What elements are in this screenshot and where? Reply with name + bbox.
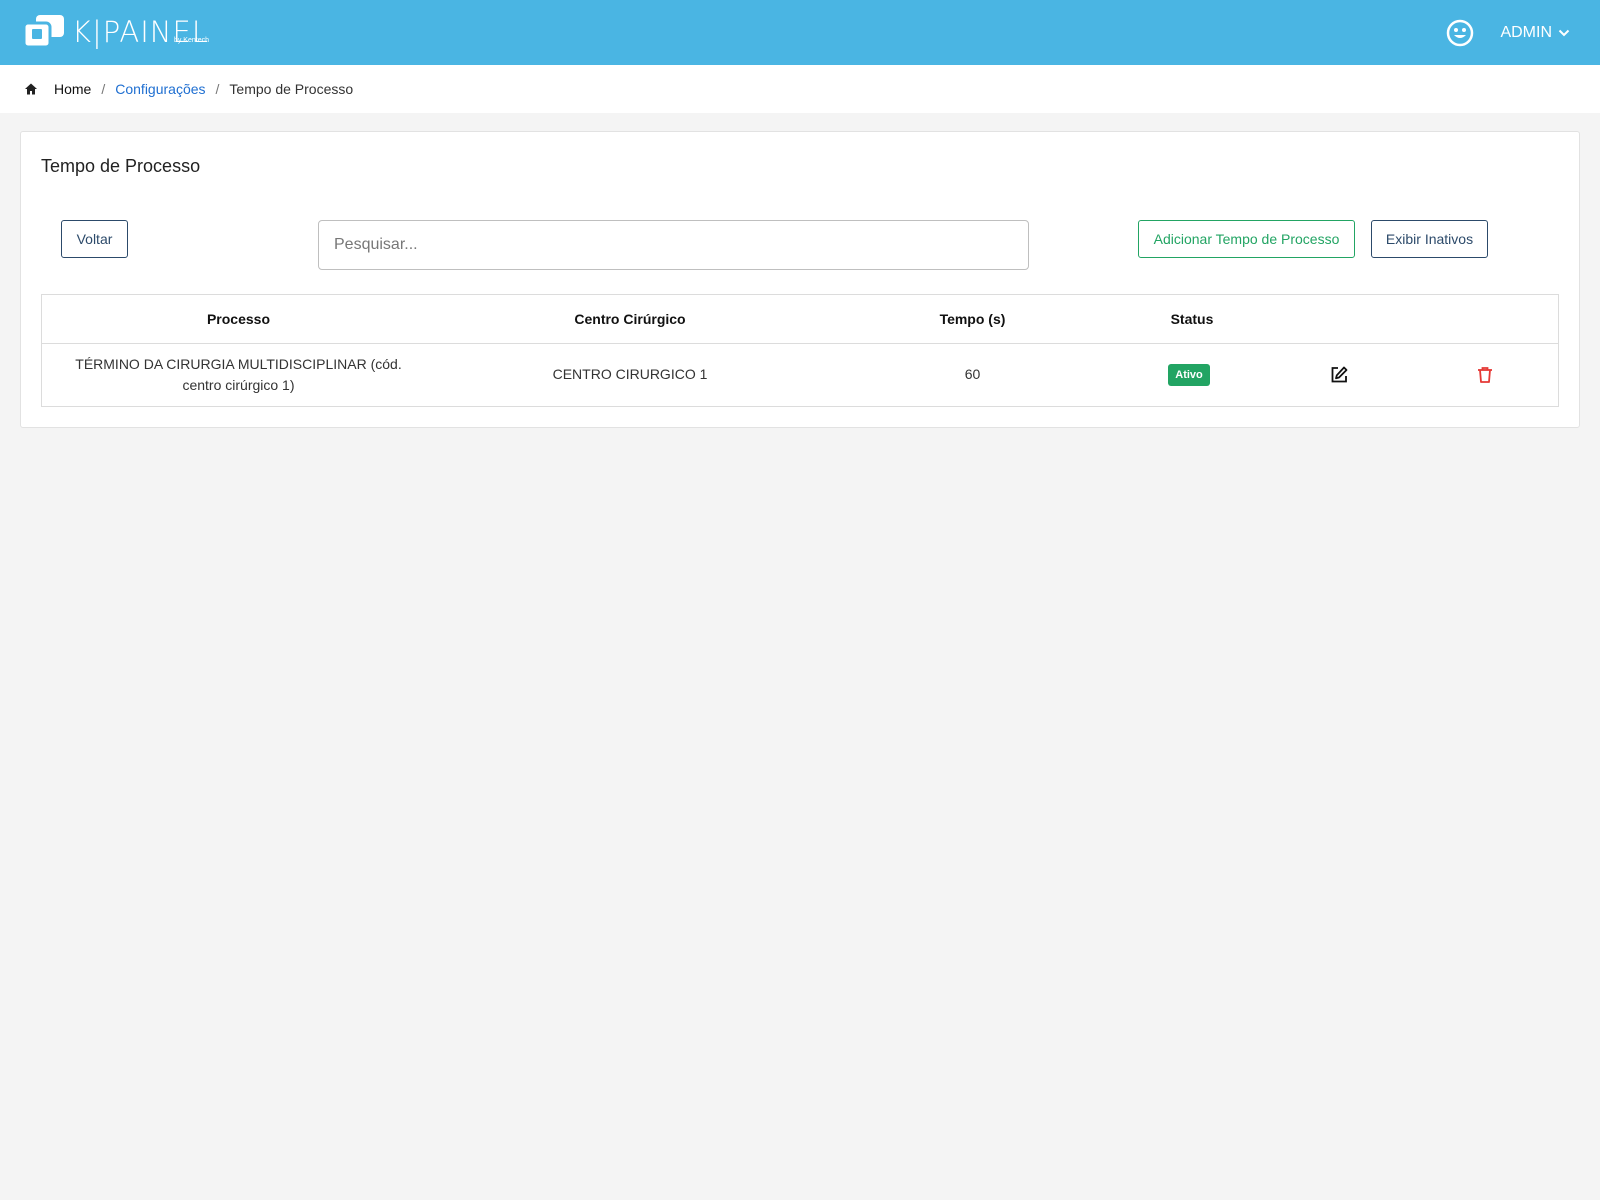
- back-button[interactable]: Voltar: [61, 220, 128, 258]
- trash-icon[interactable]: [1475, 365, 1495, 385]
- page-title: Tempo de Processo: [41, 156, 201, 176]
- breadcrumb-configuracoes[interactable]: Configurações: [115, 81, 205, 97]
- column-header-tempo[interactable]: Tempo (s): [825, 311, 1120, 327]
- app-logo[interactable]: K|PAINEL by Kentech: [22, 13, 209, 51]
- add-process-time-button[interactable]: Adicionar Tempo de Processo: [1138, 220, 1355, 258]
- logo-byline: by Kentech: [173, 37, 209, 44]
- breadcrumb: Home / Configurações / Tempo de Processo: [0, 65, 1600, 113]
- column-header-status[interactable]: Status: [1120, 311, 1264, 327]
- breadcrumb-home[interactable]: Home: [54, 81, 91, 97]
- chevron-down-icon: [1558, 29, 1570, 36]
- process-time-table: Processo Centro Cirúrgico Tempo (s) Stat…: [41, 294, 1559, 407]
- top-navbar: K|PAINEL by Kentech ADMIN: [0, 0, 1600, 65]
- user-name: ADMIN: [1500, 23, 1552, 41]
- status-badge: Ativo: [1168, 364, 1210, 386]
- edit-icon[interactable]: [1329, 365, 1349, 385]
- smiley-icon[interactable]: [1446, 19, 1474, 47]
- breadcrumb-separator: /: [215, 81, 220, 97]
- column-header-processo[interactable]: Processo: [42, 311, 435, 327]
- table-row: TÉRMINO DA CIRURGIA MULTIDISCIPLINAR (có…: [42, 344, 1558, 406]
- search-input[interactable]: [318, 220, 1029, 270]
- cell-processo: TÉRMINO DA CIRURGIA MULTIDISCIPLINAR (có…: [75, 356, 402, 393]
- show-inactive-button[interactable]: Exibir Inativos: [1371, 220, 1488, 258]
- content-card: Tempo de Processo Voltar Adicionar Tempo…: [20, 131, 1580, 428]
- column-header-centro-cirurgico[interactable]: Centro Cirúrgico: [435, 311, 825, 327]
- logo-text: K|PAINEL by Kentech: [72, 17, 209, 47]
- cell-centro-cirurgico: CENTRO CIRURGICO 1: [552, 366, 708, 382]
- home-icon[interactable]: [24, 82, 38, 96]
- cell-tempo: 60: [964, 366, 981, 382]
- user-menu[interactable]: ADMIN: [1500, 24, 1570, 42]
- breadcrumb-separator: /: [101, 81, 106, 97]
- table-header: Processo Centro Cirúrgico Tempo (s) Stat…: [42, 295, 1558, 344]
- breadcrumb-current: Tempo de Processo: [229, 81, 354, 97]
- logo-mark-icon: [22, 15, 64, 49]
